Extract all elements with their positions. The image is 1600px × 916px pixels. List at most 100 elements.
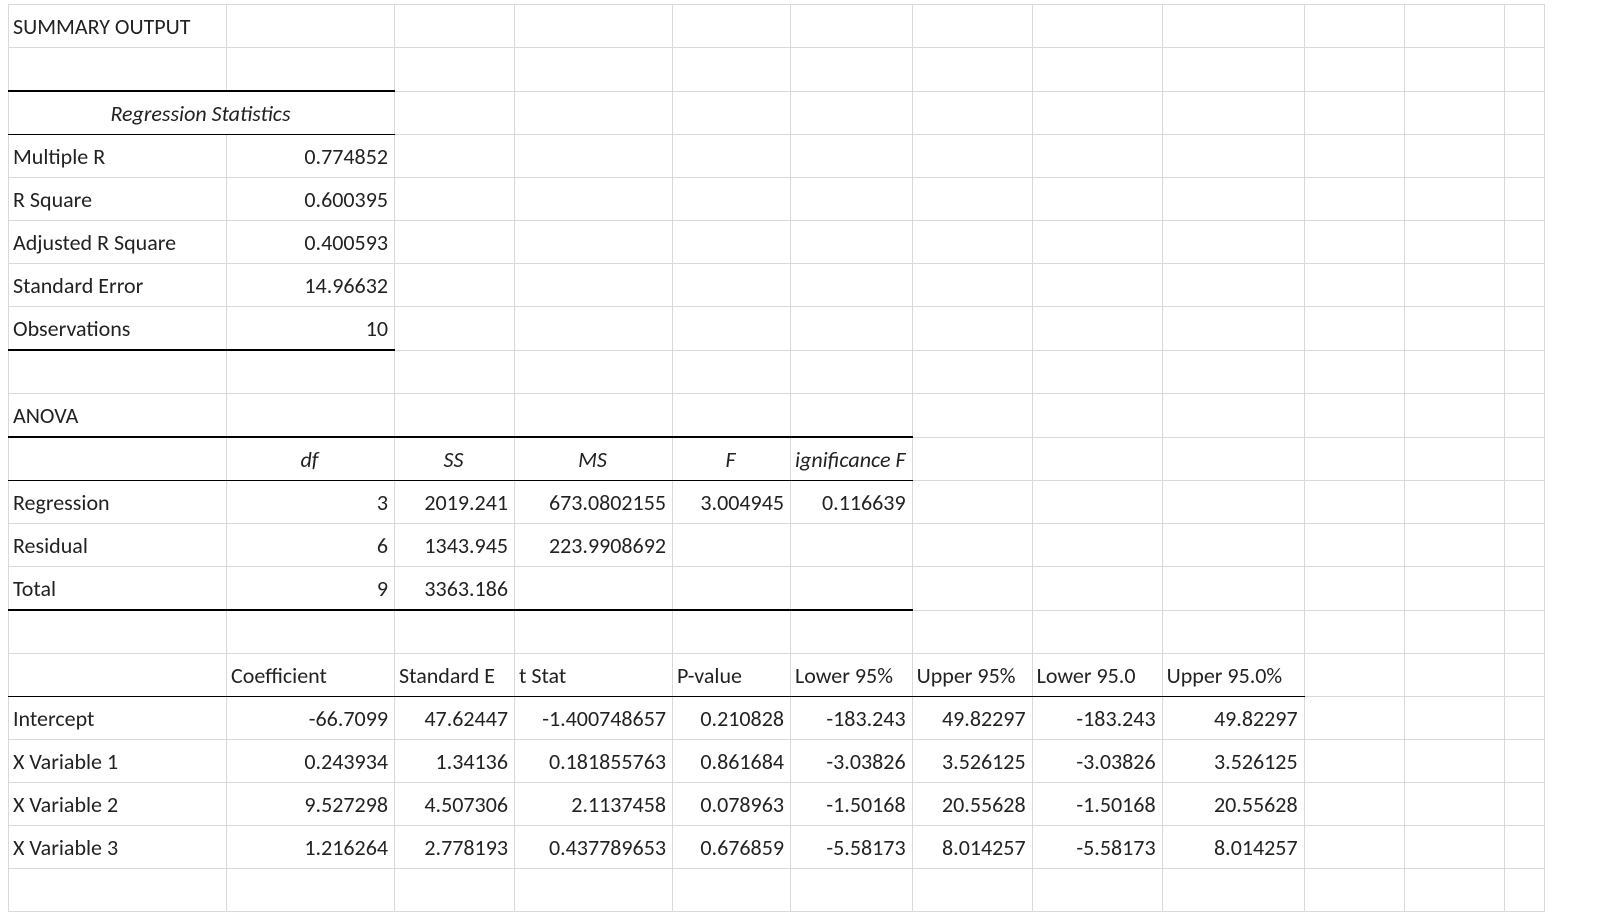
cell[interactable] xyxy=(1504,826,1544,869)
anova-ms[interactable]: 673.0802155 xyxy=(515,481,673,524)
cell[interactable] xyxy=(1304,869,1404,912)
cell[interactable] xyxy=(1504,307,1544,351)
cell[interactable] xyxy=(912,5,1032,48)
cell[interactable] xyxy=(515,135,673,178)
cell[interactable] xyxy=(1032,48,1162,92)
cell[interactable] xyxy=(1032,394,1162,438)
coeff-l950[interactable]: -1.50168 xyxy=(1032,783,1162,826)
cell[interactable] xyxy=(227,394,395,438)
anova-sigf[interactable] xyxy=(791,567,913,611)
coeff-l950[interactable]: -5.58173 xyxy=(1032,826,1162,869)
cell[interactable] xyxy=(791,394,913,438)
cell[interactable] xyxy=(673,394,791,438)
coeff-coef[interactable]: 1.216264 xyxy=(227,826,395,869)
cell[interactable] xyxy=(791,264,913,307)
cell[interactable] xyxy=(395,869,515,912)
cell[interactable] xyxy=(1504,654,1544,697)
cell[interactable] xyxy=(1304,783,1404,826)
cell[interactable] xyxy=(1504,350,1544,394)
cell[interactable] xyxy=(1504,178,1544,221)
cell[interactable] xyxy=(1032,350,1162,394)
cell[interactable] xyxy=(515,264,673,307)
coeff-header[interactable]: Upper 95% xyxy=(912,654,1032,697)
cell[interactable] xyxy=(1032,178,1162,221)
cell[interactable] xyxy=(515,5,673,48)
anova-header-f[interactable]: F xyxy=(673,437,791,481)
cell[interactable] xyxy=(673,48,791,92)
cell[interactable] xyxy=(912,567,1032,611)
stat-label[interactable]: Multiple R xyxy=(9,135,227,178)
cell[interactable] xyxy=(1404,826,1504,869)
cell[interactable] xyxy=(1504,5,1544,48)
stat-value[interactable]: 14.96632 xyxy=(227,264,395,307)
cell[interactable] xyxy=(395,350,515,394)
coeff-u95[interactable]: 8.014257 xyxy=(912,826,1032,869)
anova-df[interactable]: 6 xyxy=(227,524,395,567)
cell[interactable] xyxy=(1162,135,1304,178)
cell[interactable] xyxy=(395,5,515,48)
cell[interactable] xyxy=(912,135,1032,178)
anova-header-ss[interactable]: SS xyxy=(395,437,515,481)
cell[interactable] xyxy=(1162,91,1304,135)
coeff-header[interactable]: Upper 95.0% xyxy=(1162,654,1304,697)
cell[interactable] xyxy=(1304,437,1404,481)
cell[interactable] xyxy=(395,264,515,307)
cell[interactable] xyxy=(912,610,1032,654)
coeff-u950[interactable]: 8.014257 xyxy=(1162,826,1304,869)
anova-sigf[interactable] xyxy=(791,524,913,567)
cell[interactable] xyxy=(912,437,1032,481)
anova-ss[interactable]: 1343.945 xyxy=(395,524,515,567)
cell[interactable] xyxy=(673,610,791,654)
cell[interactable] xyxy=(912,48,1032,92)
cell[interactable] xyxy=(9,48,227,92)
cell[interactable] xyxy=(912,350,1032,394)
cell[interactable] xyxy=(1404,350,1504,394)
cell[interactable] xyxy=(1404,740,1504,783)
cell[interactable] xyxy=(791,221,913,264)
cell[interactable] xyxy=(1404,178,1504,221)
cell[interactable] xyxy=(1404,654,1504,697)
cell[interactable] xyxy=(1504,394,1544,438)
cell[interactable] xyxy=(1404,135,1504,178)
cell[interactable] xyxy=(1162,221,1304,264)
coeff-l950[interactable]: -3.03826 xyxy=(1032,740,1162,783)
cell[interactable] xyxy=(9,610,227,654)
anova-header-sigf[interactable]: ignificance F xyxy=(791,437,913,481)
anova-title[interactable]: ANOVA xyxy=(9,394,227,438)
cell[interactable] xyxy=(1404,783,1504,826)
cell[interactable] xyxy=(673,91,791,135)
coeff-u95[interactable]: 49.82297 xyxy=(912,697,1032,740)
cell[interactable] xyxy=(912,481,1032,524)
cell[interactable] xyxy=(673,264,791,307)
cell[interactable] xyxy=(1404,481,1504,524)
cell[interactable] xyxy=(791,48,913,92)
cell[interactable] xyxy=(1162,264,1304,307)
cell[interactable] xyxy=(912,307,1032,351)
cell[interactable] xyxy=(1304,350,1404,394)
cell[interactable] xyxy=(1304,654,1404,697)
cell[interactable] xyxy=(1162,5,1304,48)
cell[interactable] xyxy=(1504,740,1544,783)
cell[interactable] xyxy=(395,394,515,438)
cell[interactable] xyxy=(1032,567,1162,611)
coeff-l95[interactable]: -3.03826 xyxy=(791,740,913,783)
stat-value[interactable]: 0.600395 xyxy=(227,178,395,221)
cell[interactable] xyxy=(1304,91,1404,135)
cell[interactable] xyxy=(1304,221,1404,264)
coeff-u950[interactable]: 3.526125 xyxy=(1162,740,1304,783)
cell[interactable] xyxy=(1404,567,1504,611)
cell[interactable] xyxy=(791,350,913,394)
cell[interactable] xyxy=(1162,481,1304,524)
cell[interactable] xyxy=(673,178,791,221)
coeff-l950[interactable]: -183.243 xyxy=(1032,697,1162,740)
cell[interactable] xyxy=(1404,5,1504,48)
cell[interactable] xyxy=(9,654,227,697)
coeff-se[interactable]: 1.34136 xyxy=(395,740,515,783)
cell[interactable] xyxy=(395,178,515,221)
cell[interactable] xyxy=(791,91,913,135)
cell[interactable] xyxy=(791,5,913,48)
stat-label[interactable]: Standard Error xyxy=(9,264,227,307)
cell[interactable] xyxy=(912,524,1032,567)
coeff-t[interactable]: 0.437789653 xyxy=(515,826,673,869)
cell[interactable] xyxy=(912,264,1032,307)
